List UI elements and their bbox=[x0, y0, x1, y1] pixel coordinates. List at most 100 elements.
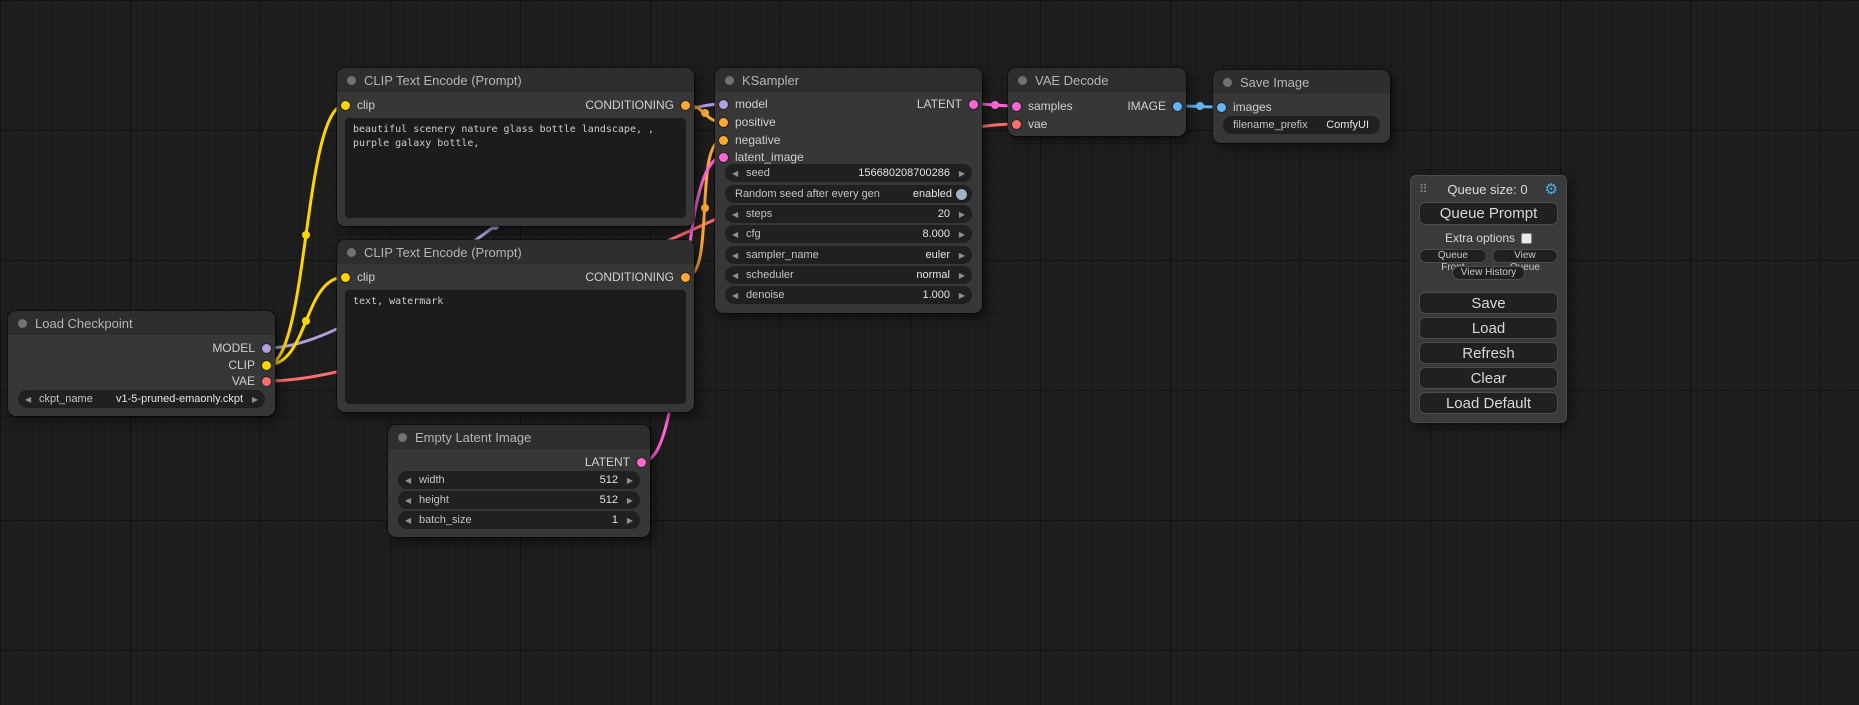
increment-arrow-icon[interactable]: ▶ bbox=[954, 210, 965, 219]
input-slot-vae[interactable]: vae bbox=[1008, 116, 1186, 132]
widget-random-seed-toggle[interactable]: Random seed after every gen enabled bbox=[725, 185, 972, 203]
widget-width[interactable]: ◀ width 512 ▶ bbox=[398, 471, 640, 489]
slot-dot-latent[interactable] bbox=[637, 458, 646, 467]
widget-sampler-name[interactable]: ◀ sampler_name euler ▶ bbox=[725, 246, 972, 264]
widget-cfg[interactable]: ◀ cfg 8.000 ▶ bbox=[725, 225, 972, 243]
save-button[interactable]: Save bbox=[1419, 292, 1558, 314]
widget-name: denoise bbox=[746, 289, 785, 301]
input-slot-positive[interactable]: positive bbox=[715, 114, 982, 130]
queue-front-button[interactable]: Queue Front bbox=[1419, 249, 1487, 263]
wire-midpoint-clip-positive bbox=[302, 231, 310, 239]
widget-batch-size[interactable]: ◀ batch_size 1 ▶ bbox=[398, 511, 640, 529]
decrement-arrow-icon[interactable]: ◀ bbox=[732, 271, 743, 280]
input-slot-latent-image[interactable]: latent_image bbox=[715, 149, 982, 165]
slot-label: vae bbox=[1028, 117, 1047, 131]
output-slot-latent[interactable]: LATENT bbox=[715, 96, 982, 112]
prompt-textarea[interactable]: text, watermark bbox=[345, 290, 686, 404]
increment-arrow-icon[interactable]: ▶ bbox=[954, 169, 965, 178]
load-default-button[interactable]: Load Default bbox=[1419, 392, 1558, 414]
widget-denoise[interactable]: ◀ denoise 1.000 ▶ bbox=[725, 286, 972, 304]
increment-arrow-icon[interactable]: ▶ bbox=[954, 271, 965, 280]
output-slot-conditioning[interactable]: CONDITIONING bbox=[337, 97, 694, 113]
slot-dot-latent-image[interactable] bbox=[719, 153, 728, 162]
input-slot-negative[interactable]: negative bbox=[715, 132, 982, 148]
input-slot-images[interactable]: images bbox=[1213, 99, 1390, 115]
node-title-bar[interactable]: CLIP Text Encode (Prompt) bbox=[337, 240, 694, 264]
decrement-arrow-icon[interactable]: ◀ bbox=[732, 230, 743, 239]
prompt-textarea[interactable]: beautiful scenery nature glass bottle la… bbox=[345, 118, 686, 218]
load-button[interactable]: Load bbox=[1419, 317, 1558, 339]
slot-dot-positive[interactable] bbox=[719, 118, 728, 127]
output-slot-model[interactable]: MODEL bbox=[8, 340, 275, 356]
extra-options-label: Extra options bbox=[1445, 231, 1515, 245]
node-title-bar[interactable]: VAE Decode bbox=[1008, 68, 1186, 92]
increment-arrow-icon[interactable]: ▶ bbox=[247, 395, 258, 404]
slot-dot-negative[interactable] bbox=[719, 136, 728, 145]
queue-prompt-button[interactable]: Queue Prompt bbox=[1419, 202, 1558, 225]
increment-arrow-icon[interactable]: ▶ bbox=[954, 230, 965, 239]
decrement-arrow-icon[interactable]: ◀ bbox=[25, 395, 36, 404]
node-title-bar[interactable]: Empty Latent Image bbox=[388, 425, 650, 449]
decrement-arrow-icon[interactable]: ◀ bbox=[405, 496, 416, 505]
output-slot-image[interactable]: IMAGE bbox=[1008, 98, 1186, 114]
node-title-bar[interactable]: CLIP Text Encode (Prompt) bbox=[337, 68, 694, 92]
node-ksampler[interactable]: KSampler model positive negative latent_… bbox=[715, 68, 982, 313]
clear-button[interactable]: Clear bbox=[1419, 367, 1558, 389]
widget-filename-prefix[interactable]: filename_prefix ComfyUI bbox=[1223, 116, 1380, 134]
decrement-arrow-icon[interactable]: ◀ bbox=[732, 210, 743, 219]
widget-ckpt-name[interactable]: ◀ ckpt_name v1-5-pruned-emaonly.ckpt ▶ bbox=[18, 390, 265, 408]
extra-options-checkbox[interactable] bbox=[1521, 233, 1532, 244]
view-history-button[interactable]: View History bbox=[1452, 266, 1525, 280]
slot-dot-conditioning[interactable] bbox=[681, 101, 690, 110]
increment-arrow-icon[interactable]: ▶ bbox=[622, 516, 633, 525]
decrement-arrow-icon[interactable]: ◀ bbox=[405, 516, 416, 525]
node-title-bar[interactable]: Load Checkpoint bbox=[8, 311, 275, 335]
widget-scheduler[interactable]: ◀ scheduler normal ▶ bbox=[725, 266, 972, 284]
slot-dot-image[interactable] bbox=[1173, 102, 1182, 111]
slot-dot-clip[interactable] bbox=[262, 361, 271, 370]
output-slot-conditioning[interactable]: CONDITIONING bbox=[337, 269, 694, 285]
decrement-arrow-icon[interactable]: ◀ bbox=[732, 291, 743, 300]
node-save-image[interactable]: Save Image images filename_prefix ComfyU… bbox=[1213, 70, 1390, 143]
node-vae-decode[interactable]: VAE Decode samples vae IMAGE bbox=[1008, 68, 1186, 136]
node-title: CLIP Text Encode (Prompt) bbox=[364, 245, 522, 260]
decrement-arrow-icon[interactable]: ◀ bbox=[732, 251, 743, 260]
widget-name: sampler_name bbox=[746, 249, 819, 261]
node-empty-latent-image[interactable]: Empty Latent Image LATENT ◀ width 512 ▶ … bbox=[388, 425, 650, 537]
node-load-checkpoint[interactable]: Load Checkpoint MODEL CLIP VAE ◀ ckpt_na… bbox=[8, 311, 275, 416]
output-slot-latent[interactable]: LATENT bbox=[388, 454, 650, 470]
queue-panel-header[interactable]: ⠿ Queue size: 0 ⚙ bbox=[1419, 180, 1558, 199]
node-title-bar[interactable]: Save Image bbox=[1213, 70, 1390, 94]
increment-arrow-icon[interactable]: ▶ bbox=[622, 496, 633, 505]
node-clip-text-encode-negative[interactable]: CLIP Text Encode (Prompt) clip CONDITION… bbox=[337, 240, 694, 412]
slot-dot-vae[interactable] bbox=[262, 377, 271, 386]
graph-canvas[interactable]: Load Checkpoint MODEL CLIP VAE ◀ ckpt_na… bbox=[0, 0, 1859, 705]
refresh-button[interactable]: Refresh bbox=[1419, 342, 1558, 364]
toggle-knob-icon[interactable] bbox=[956, 189, 967, 200]
node-status-icon bbox=[1018, 76, 1027, 85]
widget-height[interactable]: ◀ height 512 ▶ bbox=[398, 491, 640, 509]
slot-label: latent_image bbox=[735, 150, 804, 164]
slot-dot-conditioning[interactable] bbox=[681, 273, 690, 282]
node-title-bar[interactable]: KSampler bbox=[715, 68, 982, 92]
output-slot-clip[interactable]: CLIP bbox=[8, 357, 275, 373]
settings-gear-icon[interactable]: ⚙ bbox=[1540, 180, 1558, 198]
increment-arrow-icon[interactable]: ▶ bbox=[622, 476, 633, 485]
slot-dot-vae[interactable] bbox=[1012, 120, 1021, 129]
history-row: View History bbox=[1419, 266, 1558, 280]
increment-arrow-icon[interactable]: ▶ bbox=[954, 251, 965, 260]
widget-seed[interactable]: ◀ seed 156680208700286 ▶ bbox=[725, 164, 972, 182]
widget-steps[interactable]: ◀ steps 20 ▶ bbox=[725, 205, 972, 223]
wire-midpoint-clip-negative bbox=[302, 317, 310, 325]
drag-handle-icon[interactable]: ⠿ bbox=[1419, 182, 1435, 196]
slot-dot-latent[interactable] bbox=[969, 100, 978, 109]
decrement-arrow-icon[interactable]: ◀ bbox=[405, 476, 416, 485]
output-slot-vae[interactable]: VAE bbox=[8, 373, 275, 389]
increment-arrow-icon[interactable]: ▶ bbox=[954, 291, 965, 300]
slot-dot-model[interactable] bbox=[262, 344, 271, 353]
node-clip-text-encode-positive[interactable]: CLIP Text Encode (Prompt) clip CONDITION… bbox=[337, 68, 694, 226]
decrement-arrow-icon[interactable]: ◀ bbox=[732, 169, 743, 178]
slot-dot-images[interactable] bbox=[1217, 103, 1226, 112]
slot-label: positive bbox=[735, 115, 776, 129]
view-queue-button[interactable]: View Queue bbox=[1492, 249, 1558, 263]
